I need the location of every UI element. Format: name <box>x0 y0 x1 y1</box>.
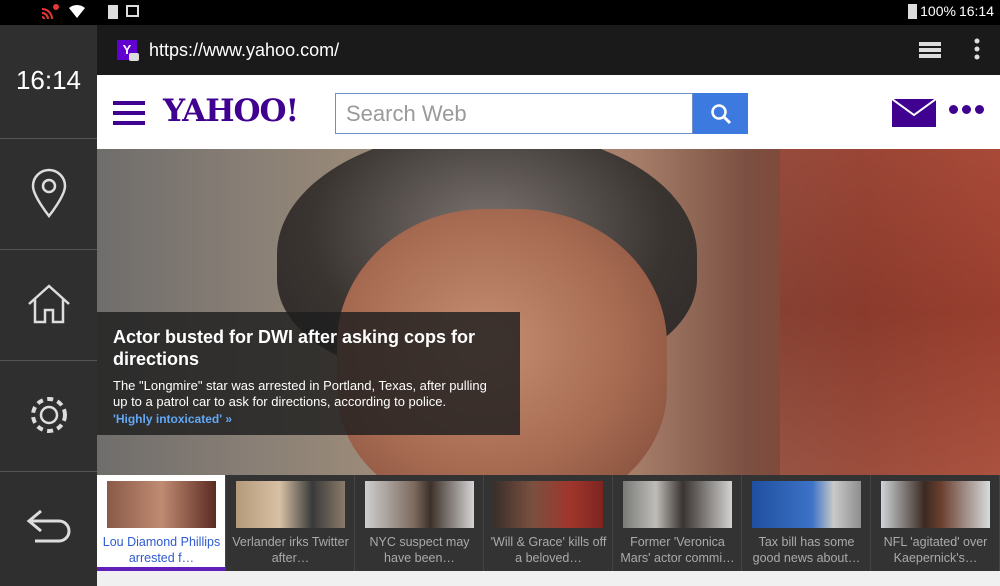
search-button[interactable] <box>693 93 748 134</box>
story-thumbnail <box>623 481 732 528</box>
image-icon <box>126 5 139 17</box>
story-thumbnail <box>494 481 603 528</box>
status-right: 100% 16:14 <box>908 3 994 19</box>
story-title: Former 'Veronica Mars' actor commi… <box>620 535 735 565</box>
hero-headline[interactable]: Actor busted for DWI after asking cops f… <box>113 326 504 370</box>
search-icon <box>710 103 731 124</box>
carousel-card[interactable]: NFL 'agitated' over Kaepernick's… <box>871 475 1000 571</box>
story-title: Lou Diamond Phillips arrested f… <box>102 535 221 565</box>
status-icons-left <box>40 3 86 19</box>
mail-button[interactable] <box>891 98 937 132</box>
wifi-icon <box>69 4 85 18</box>
story-title: NYC suspect may have been… <box>369 535 470 565</box>
cast-icon <box>41 4 59 19</box>
hamburger-menu-icon[interactable] <box>113 101 145 125</box>
battery-level: 100% <box>920 3 956 19</box>
home-icon <box>27 284 70 324</box>
story-thumbnail <box>881 481 990 528</box>
search-input[interactable]: Search Web <box>335 93 693 134</box>
tabs-icon <box>919 42 941 58</box>
hero-link[interactable]: 'Highly intoxicated' » <box>113 412 504 426</box>
battery-icon <box>908 3 918 19</box>
carousel-card[interactable]: Verlander irks Twitter after… <box>226 475 355 571</box>
back-button[interactable] <box>0 471 97 581</box>
back-arrow-icon <box>26 509 70 543</box>
settings-button[interactable] <box>0 360 97 470</box>
story-title: Tax bill has some good news about… <box>752 535 861 565</box>
navigation-button[interactable] <box>0 138 97 248</box>
carousel-card[interactable]: Former 'Veronica Mars' actor commi… <box>613 475 742 571</box>
system-sidebar: 16:14 <box>0 25 97 586</box>
mail-icon <box>891 98 937 127</box>
status-time: 16:14 <box>958 3 994 19</box>
notification-icons <box>108 5 139 19</box>
tabs-button[interactable] <box>918 39 942 64</box>
story-title: Verlander irks Twitter after… <box>232 535 349 565</box>
hero-summary: The "Longmire" star was arrested in Port… <box>113 378 487 409</box>
story-thumbnail <box>752 481 861 528</box>
story-thumbnail <box>365 481 474 528</box>
sidebar-clock: 16:14 <box>15 65 82 95</box>
page-bottom-strip <box>97 571 1000 586</box>
story-title: 'Will & Grace' kills off a beloved… <box>490 535 607 565</box>
more-vertical-icon <box>974 38 980 60</box>
sim-icon <box>108 5 118 19</box>
yahoo-logo[interactable]: YAHOO! <box>163 93 299 129</box>
carousel-card[interactable]: NYC suspect may have been… <box>355 475 484 571</box>
carousel-card[interactable]: Lou Diamond Phillips arrested f… <box>97 475 226 571</box>
status-bar: 100% 16:14 <box>0 0 1000 25</box>
location-pin-icon <box>31 168 66 218</box>
story-thumbnail <box>236 481 345 528</box>
gear-icon <box>30 397 67 433</box>
hero-caption[interactable]: Actor busted for DWI after asking cops f… <box>97 312 520 435</box>
carousel-card[interactable]: 'Will & Grace' kills off a beloved… <box>484 475 613 571</box>
overflow-menu-button[interactable] <box>974 38 980 65</box>
address-bar[interactable]: https://www.yahoo.com/ <box>149 40 339 61</box>
story-title: NFL 'agitated' over Kaepernick's… <box>883 535 988 565</box>
browser-toolbar: Y https://www.yahoo.com/ <box>97 25 1000 75</box>
more-options-icon[interactable] <box>949 105 984 114</box>
yahoo-header: YAHOO! Search Web <box>97 75 1000 149</box>
story-thumbnail <box>107 481 216 528</box>
home-button[interactable] <box>0 249 97 359</box>
carousel-card[interactable]: Tax bill has some good news about… <box>742 475 871 571</box>
story-carousel: Lou Diamond Phillips arrested f… Verland… <box>97 475 1000 571</box>
lock-icon <box>129 53 139 61</box>
